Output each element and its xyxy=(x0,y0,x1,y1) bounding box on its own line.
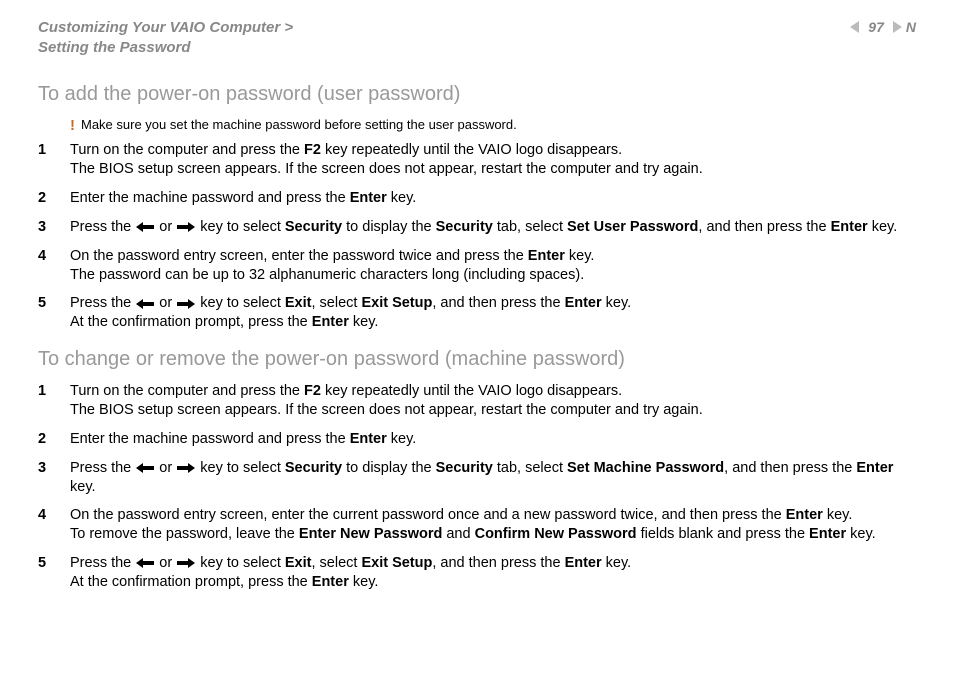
bold-text: Exit xyxy=(285,555,312,571)
arrow-right-icon xyxy=(177,558,195,568)
bold-text: Security xyxy=(285,219,342,235)
arrow-right-icon xyxy=(177,299,195,309)
bold-text: Enter xyxy=(528,248,565,264)
breadcrumb-line2: Setting the Password xyxy=(38,39,191,56)
step-line: Turn on the computer and press the F2 ke… xyxy=(70,141,916,160)
step-item: On the password entry screen, enter the … xyxy=(38,506,916,544)
bold-text: Enter xyxy=(312,574,349,590)
page-number: 97 xyxy=(868,18,884,36)
bold-text: Exit Setup xyxy=(361,295,432,311)
warning-icon: ! xyxy=(70,118,75,133)
step-line: Press the or key to select Security to d… xyxy=(70,218,916,237)
bold-text: F2 xyxy=(304,142,321,158)
step-line: Turn on the computer and press the F2 ke… xyxy=(70,382,916,401)
step-line: Press the or key to select Security to d… xyxy=(70,459,916,497)
step-item: Enter the machine password and press the… xyxy=(38,189,916,208)
bold-text: Enter xyxy=(565,295,602,311)
step-item: Turn on the computer and press the F2 ke… xyxy=(38,141,916,179)
arrow-left-icon xyxy=(136,222,154,232)
bold-text: Security xyxy=(436,460,493,476)
bold-text: Enter xyxy=(786,507,823,523)
step-item: On the password entry screen, enter the … xyxy=(38,247,916,285)
bold-text: Set User Password xyxy=(567,219,698,235)
step-line: Enter the machine password and press the… xyxy=(70,189,916,208)
bold-text: Enter xyxy=(350,431,387,447)
step-line: On the password entry screen, enter the … xyxy=(70,247,916,266)
section-title-add-password: To add the power-on password (user passw… xyxy=(38,81,916,107)
bold-text: F2 xyxy=(304,383,321,399)
bold-text: Enter xyxy=(312,314,349,330)
step-line: The BIOS setup screen appears. If the sc… xyxy=(70,401,916,420)
warning-block: ! Make sure you set the machine password… xyxy=(70,117,916,134)
bold-text: Confirm New Password xyxy=(475,526,637,542)
bold-text: Enter xyxy=(350,190,387,206)
bold-text: Security xyxy=(285,460,342,476)
step-line: At the confirmation prompt, press the En… xyxy=(70,573,916,592)
warning-text: Make sure you set the machine password b… xyxy=(81,117,517,134)
steps-list-change: Turn on the computer and press the F2 ke… xyxy=(38,382,916,592)
step-line: Press the or key to select Exit, select … xyxy=(70,554,916,573)
arrow-left-icon xyxy=(136,463,154,473)
prev-page-arrow-icon[interactable] xyxy=(848,20,862,34)
step-item: Press the or key to select Security to d… xyxy=(38,459,916,497)
breadcrumb: Customizing Your VAIO Computer > Setting… xyxy=(38,18,293,59)
page-navigation: 97 N xyxy=(848,18,916,36)
bold-text: Enter xyxy=(809,526,846,542)
step-line: Enter the machine password and press the… xyxy=(70,430,916,449)
step-item: Press the or key to select Security to d… xyxy=(38,218,916,237)
bold-text: Enter xyxy=(831,219,868,235)
step-line: The BIOS setup screen appears. If the sc… xyxy=(70,160,916,179)
next-page-arrow-icon[interactable] xyxy=(890,20,904,34)
bold-text: Enter New Password xyxy=(299,526,442,542)
page-header: Customizing Your VAIO Computer > Setting… xyxy=(38,18,916,59)
steps-list-add: Turn on the computer and press the F2 ke… xyxy=(38,141,916,332)
arrow-right-icon xyxy=(177,463,195,473)
bold-text: Set Machine Password xyxy=(567,460,724,476)
arrow-left-icon xyxy=(136,558,154,568)
step-line: To remove the password, leave the Enter … xyxy=(70,525,916,544)
step-item: Turn on the computer and press the F2 ke… xyxy=(38,382,916,420)
step-item: Press the or key to select Exit, select … xyxy=(38,554,916,592)
arrow-right-icon xyxy=(177,222,195,232)
step-item: Press the or key to select Exit, select … xyxy=(38,294,916,332)
step-line: At the confirmation prompt, press the En… xyxy=(70,313,916,332)
bold-text: Exit xyxy=(285,295,312,311)
bold-text: Exit Setup xyxy=(361,555,432,571)
step-line: Press the or key to select Exit, select … xyxy=(70,294,916,313)
breadcrumb-line1: Customizing Your VAIO Computer > xyxy=(38,19,293,36)
bold-text: Enter xyxy=(856,460,893,476)
bold-text: Security xyxy=(436,219,493,235)
step-line: On the password entry screen, enter the … xyxy=(70,506,916,525)
arrow-left-icon xyxy=(136,299,154,309)
step-line: The password can be up to 32 alphanumeri… xyxy=(70,266,916,285)
bold-text: Enter xyxy=(565,555,602,571)
section-title-change-password: To change or remove the power-on passwor… xyxy=(38,346,916,372)
step-item: Enter the machine password and press the… xyxy=(38,430,916,449)
nav-letter: N xyxy=(906,18,916,36)
